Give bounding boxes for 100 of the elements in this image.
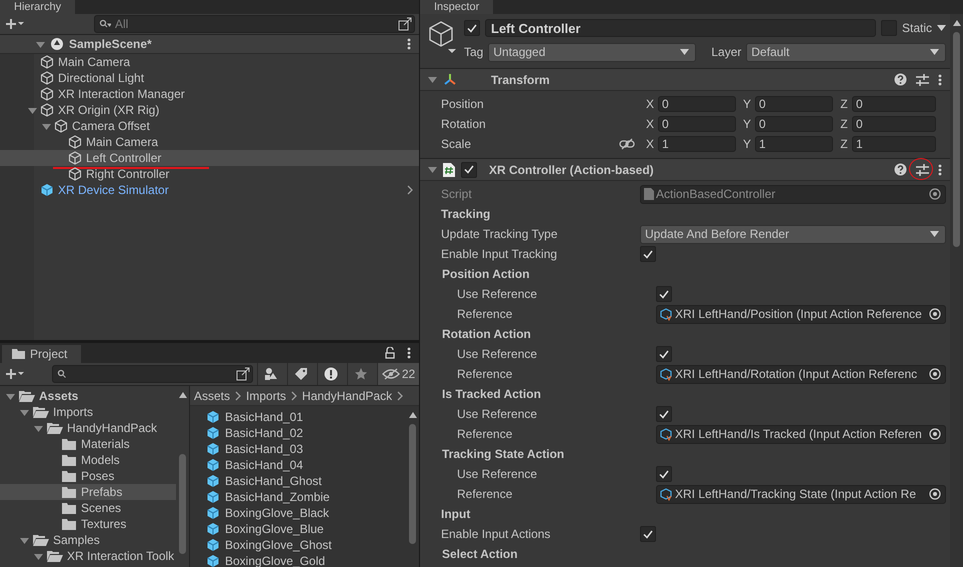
dropdown-caret-icon[interactable] [937,25,946,31]
hierarchy-item[interactable]: XR Interaction Manager [0,86,419,102]
prefab-file-item[interactable]: BasicHand_Zombie [206,489,406,505]
number-field[interactable]: 1 [658,136,736,152]
folder-item[interactable]: Samples [0,532,176,548]
prefab-file-item[interactable]: BasicHand_01 [206,409,406,425]
folder-item[interactable]: HandyHandPack [0,420,176,436]
expand-arrow-icon[interactable] [428,75,437,84]
popout-icon[interactable] [398,17,412,31]
object-picker-icon[interactable] [929,428,941,440]
expand-arrow-icon[interactable] [20,536,29,544]
more-options-icon[interactable] [938,74,942,86]
hierarchy-item[interactable]: Left Controller [0,150,419,166]
hierarchy-item[interactable]: Directional Light [0,70,419,86]
expand-arrow-icon[interactable] [36,40,45,48]
search-field[interactable]: All [94,15,415,33]
hierarchy-item[interactable]: Camera Offset [0,118,419,134]
scale-link-icon[interactable] [619,138,635,150]
breadcrumb-link[interactable]: HandyHandPack [302,388,392,402]
component-header[interactable]: XR Controller (Action-based) [420,159,950,181]
layer-dropdown[interactable]: Default [746,42,946,62]
scene-row[interactable]: SampleScene* [0,35,419,54]
reference-object-field[interactable]: XRI LeftHand/Position (Input Action Reference [656,304,946,324]
folder-item[interactable]: Models [0,452,176,468]
property-checkbox[interactable] [656,286,672,302]
help-icon[interactable] [894,73,907,86]
folder-item[interactable]: Poses [0,468,176,484]
cube-icon[interactable] [428,20,458,54]
expand-arrow-icon[interactable] [28,106,37,114]
hierarchy-item[interactable]: XR Device Simulator [0,182,419,198]
property-checkbox[interactable] [656,406,672,422]
tag-dropdown[interactable]: Untagged [488,42,696,62]
folder-item[interactable]: Textures [0,516,176,532]
expand-arrow-icon[interactable] [34,424,43,432]
number-field[interactable]: 0 [755,96,833,112]
tracking-type-dropdown[interactable]: Update And Before Render [640,224,946,244]
prefab-file-item[interactable]: BasicHand_02 [206,425,406,441]
number-field[interactable]: 1 [755,136,833,152]
hierarchy-item[interactable]: Main Camera [0,134,419,150]
scrollbar-thumb[interactable] [409,424,416,544]
expand-arrow-icon[interactable] [428,165,437,174]
number-field[interactable]: 1 [852,136,936,152]
property-checkbox[interactable] [656,346,672,362]
folder-item[interactable]: Scenes [0,500,176,516]
popout-icon[interactable] [236,367,250,381]
search-field[interactable] [52,365,253,383]
scroll-up-icon[interactable] [178,392,186,398]
scrollbar-thumb[interactable] [179,454,186,554]
scroll-up-icon[interactable] [952,20,960,26]
breadcrumb-link[interactable]: Imports [246,388,286,402]
number-field[interactable]: 0 [852,116,936,132]
scrollbar-thumb[interactable] [953,32,960,247]
object-picker-icon[interactable] [929,368,941,380]
expand-arrow-icon[interactable] [20,408,29,416]
expand-arrow-icon[interactable] [34,552,43,560]
object-picker-icon[interactable] [929,188,941,200]
hierarchy-item[interactable]: XR Origin (XR Rig) [0,102,419,118]
property-checkbox[interactable] [640,246,656,262]
project-tab[interactable]: Project [2,345,82,363]
create-button[interactable] [4,366,26,382]
object-picker-icon[interactable] [929,308,941,320]
folder-item[interactable]: Prefabs [0,484,176,500]
prefab-file-item[interactable]: BoxingGlove_Black [206,505,406,521]
more-options-icon[interactable] [938,164,942,176]
property-checkbox[interactable] [656,466,672,482]
prefab-file-item[interactable]: BoxingGlove_Ghost [206,537,406,553]
prefab-file-item[interactable]: BasicHand_Ghost [206,473,406,489]
folder-item[interactable]: Assets [0,388,176,404]
folder-item[interactable]: XR Interaction Toolk [0,548,176,564]
number-field[interactable]: 0 [658,116,736,132]
number-field[interactable]: 0 [658,96,736,112]
search-icon[interactable] [99,19,111,29]
hierarchy-tab[interactable]: Hierarchy [0,0,76,14]
number-field[interactable]: 0 [852,96,936,112]
prefab-file-item[interactable]: BasicHand_03 [206,441,406,457]
presets-sliders-icon[interactable] [916,74,929,86]
hidden-packages-button[interactable]: 22 [377,363,419,385]
breadcrumb-link[interactable]: Assets [194,388,230,402]
hierarchy-item[interactable]: Main Camera [0,54,419,70]
reference-object-field[interactable]: XRI LeftHand/Tracking State (Input Action Re [656,484,946,504]
hierarchy-item[interactable]: Right Controller [0,166,419,182]
scroll-up-icon[interactable] [408,412,416,418]
active-checkbox[interactable] [464,20,480,36]
reference-object-field[interactable]: XRI LeftHand/Is Tracked (Input Action Referen [656,424,946,444]
create-button[interactable] [4,16,26,32]
expand-arrow-icon[interactable] [42,122,51,130]
lock-icon[interactable] [385,347,395,359]
component-enabled-checkbox[interactable] [461,162,477,178]
help-icon[interactable] [894,163,907,176]
inspector-tab[interactable]: Inspector [420,0,494,14]
number-field[interactable]: 0 [755,116,833,132]
presets-sliders-icon[interactable] [916,164,929,176]
expand-arrow-icon[interactable] [6,392,15,400]
property-checkbox[interactable] [640,526,656,542]
object-picker-icon[interactable] [929,488,941,500]
chevron-right-icon[interactable] [407,185,413,195]
more-options-icon[interactable] [407,347,411,359]
reference-object-field[interactable]: XRI LeftHand/Rotation (Input Action Referenc [656,364,946,384]
prefab-file-item[interactable]: BasicHand_04 [206,457,406,473]
prefab-file-item[interactable]: BoxingGlove_Blue [206,521,406,537]
